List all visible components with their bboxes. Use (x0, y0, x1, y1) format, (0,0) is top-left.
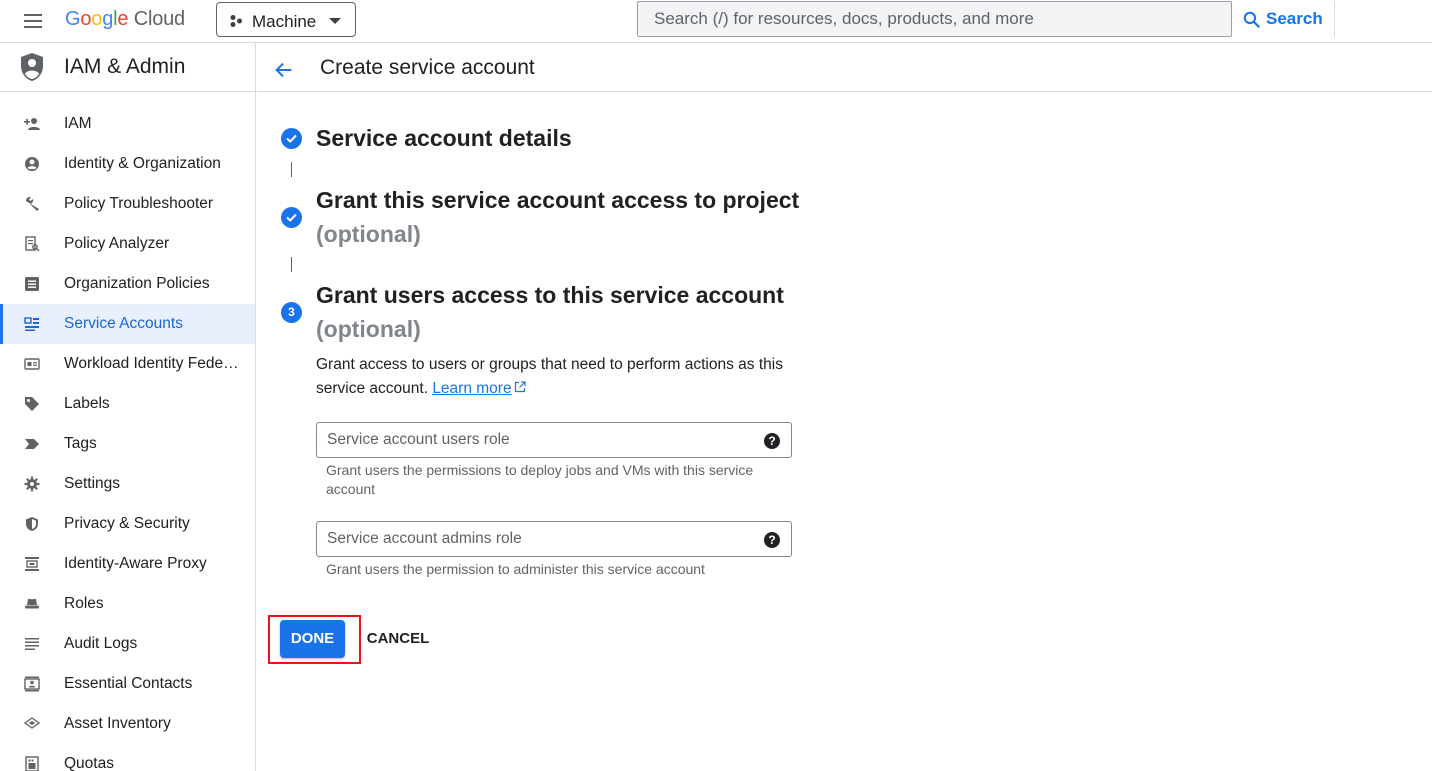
sidebar-item-essential-contacts[interactable]: Essential Contacts (0, 664, 255, 704)
list-alt-icon (25, 277, 39, 291)
sidebar-item-label: Audit Logs (64, 635, 138, 652)
service-account-icon (24, 317, 39, 331)
sidebar-item-workload-identity-federation[interactable]: Workload Identity Feder… (0, 344, 255, 384)
sidebar-header: IAM & Admin (0, 43, 255, 92)
search-icon (1243, 11, 1260, 28)
account-circle-icon (25, 157, 39, 171)
sidebar-item-label: Identity-Aware Proxy (64, 555, 207, 572)
step-3-optional: (optional) (316, 316, 421, 342)
sidebar-item-asset-inventory[interactable]: Asset Inventory (0, 704, 255, 744)
proxy-icon (25, 557, 39, 571)
learn-more-link[interactable]: Learn more (432, 380, 511, 397)
project-name: Machine (252, 12, 317, 31)
sidebar-item-labels[interactable]: Labels (0, 384, 255, 424)
sidebar-item-label: Workload Identity Feder… (64, 355, 242, 372)
sidebar-item-label: Asset Inventory (64, 715, 171, 732)
sidebar-item-label: Policy Troubleshooter (64, 195, 214, 212)
sidebar-item-label: Labels (64, 395, 110, 412)
sidebar-item-label: Privacy & Security (64, 515, 190, 532)
document-search-icon (25, 236, 40, 252)
step-1-title[interactable]: Service account details (316, 125, 572, 152)
page-title: Create service account (320, 56, 535, 79)
sidebar-item-iam[interactable]: IAM (0, 104, 255, 144)
sidebar-item-audit-logs[interactable]: Audit Logs (0, 624, 255, 664)
users-role-hint: Grant users the permissions to deploy jo… (326, 462, 754, 497)
back-arrow-icon[interactable] (273, 59, 295, 81)
sidebar-item-identity-organization[interactable]: Identity & Organization (0, 144, 255, 184)
sidebar-item-identity-aware-proxy[interactable]: Identity-Aware Proxy (0, 544, 255, 584)
service-account-users-role-input[interactable] (317, 423, 757, 457)
contact-icon (24, 676, 40, 692)
search-button[interactable]: Search (1233, 1, 1335, 37)
step-3-description: Grant access to users or groups that nee… (316, 353, 796, 401)
step-2-title[interactable]: Grant this service account access to pro… (316, 187, 799, 214)
cancel-button[interactable]: CANCEL (362, 620, 434, 658)
sidebar-title: IAM & Admin (64, 55, 186, 78)
service-account-admins-role-field[interactable]: ? (316, 521, 792, 557)
project-picker[interactable]: Machine (216, 2, 356, 37)
description-text: Grant access to users or groups that nee… (316, 356, 783, 397)
label-icon (25, 397, 39, 411)
step-connector (291, 162, 292, 177)
layers-icon (24, 717, 40, 729)
sidebar-item-label: Organization Policies (64, 275, 210, 292)
page-header: Create service account (257, 43, 1432, 92)
help-icon[interactable]: ? (764, 433, 780, 449)
person-add-icon (24, 118, 40, 130)
step-2-optional: (optional) (316, 221, 421, 247)
done-button[interactable]: DONE (280, 620, 345, 658)
step-2-check-icon (281, 207, 302, 228)
step-1-check-icon (281, 128, 302, 149)
search-box[interactable] (637, 1, 1232, 37)
shield-icon (26, 517, 38, 531)
wrench-icon (25, 196, 39, 211)
sidebar-item-label: Quotas (64, 755, 114, 771)
service-account-users-role-field[interactable]: ? (316, 422, 792, 458)
sidebar-item-label: Identity & Organization (64, 155, 221, 172)
sidebar-item-label: Policy Analyzer (64, 235, 170, 252)
sidebar-item-quotas[interactable]: Quotas (0, 744, 255, 771)
sidebar-item-label: Settings (64, 475, 121, 492)
service-account-admins-role-input[interactable] (317, 522, 757, 556)
sidebar-item-policy-analyzer[interactable]: Policy Analyzer (0, 224, 255, 264)
google-cloud-logo[interactable]: Google Cloud (65, 8, 185, 31)
tag-chevron-icon (25, 439, 39, 449)
id-card-icon (24, 358, 40, 370)
top-bar: Google Cloud Machine Search (0, 0, 1432, 43)
sidebar-item-service-accounts[interactable]: Service Accounts (0, 304, 255, 344)
hat-icon (25, 598, 39, 609)
external-link-icon (514, 381, 526, 393)
search-button-label: Search (1266, 9, 1323, 28)
help-icon[interactable]: ? (764, 532, 780, 548)
project-dots-icon (230, 15, 242, 27)
sidebar-item-privacy-security[interactable]: Privacy & Security (0, 504, 255, 544)
step-3-title: Grant users access to this service accou… (316, 282, 784, 308)
sidebar-item-settings[interactable]: Settings (0, 464, 255, 504)
sidebar-item-tags[interactable]: Tags (0, 424, 255, 464)
sidebar-item-roles[interactable]: Roles (0, 584, 255, 624)
step-connector (291, 257, 292, 272)
search-input[interactable] (638, 2, 1231, 36)
main-menu-icon[interactable] (22, 12, 44, 30)
sidebar-item-label: Tags (64, 435, 97, 452)
quota-icon (25, 756, 39, 771)
sidebar-item-label: IAM (64, 115, 92, 132)
iam-shield-icon (21, 53, 43, 81)
sidebar-item-label: Roles (64, 595, 104, 612)
admins-role-hint: Grant users the permission to administer… (326, 561, 705, 577)
sidebar-item-organization-policies[interactable]: Organization Policies (0, 264, 255, 304)
gear-icon (24, 476, 40, 492)
lines-icon (25, 638, 39, 650)
caret-down-icon (329, 18, 341, 24)
sidebar-item-label: Essential Contacts (64, 675, 193, 692)
sidebar-item-policy-troubleshooter[interactable]: Policy Troubleshooter (0, 184, 255, 224)
sidebar: IAM & Admin IAM Identity & Organization … (0, 43, 256, 771)
step-3-number: 3 (281, 302, 302, 323)
sidebar-item-label: Service Accounts (64, 315, 183, 332)
